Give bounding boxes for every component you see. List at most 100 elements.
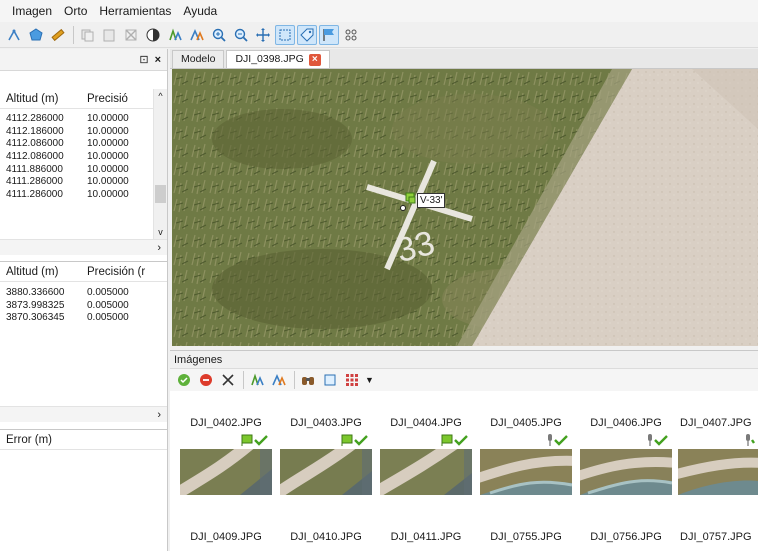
cell-precision: 10.00000 [87,112,129,124]
column-header-altitud[interactable]: Altitud (m) [0,266,85,278]
cell-altitud: 4112.186000 [6,125,64,137]
thumbnail-name: DJI_0404.JPG [390,417,462,429]
scroll-right-icon[interactable]: › [157,242,161,254]
image-thumbnail[interactable]: DJI_0406.JPG [580,417,672,495]
left-panel: ⊡ × Altitud (m) Precisió 4112.286000 10.0… [0,49,168,551]
cell-altitud: 4112.286000 [6,112,64,124]
column-header-precision[interactable]: Precisión (r [85,266,167,278]
horizontal-scrollbar[interactable]: › [0,239,167,255]
thumbnail-name[interactable]: DJI_0756.JPG [580,531,672,545]
image-thumbnail[interactable]: DJI_0402.JPG [180,417,272,495]
table-row[interactable]: 4111.886000 10.00000 [0,163,167,176]
column-header-precision[interactable]: Precisió [85,93,151,105]
table-row[interactable]: 4112.086000 10.00000 [0,150,167,163]
table-row[interactable]: 4112.086000 10.00000 [0,137,167,150]
flag-icon[interactable] [319,24,339,45]
thumbnail-name: DJI_0407.JPG [680,417,752,429]
table-row[interactable]: 3870.306345 0.005000 [0,311,167,324]
tab-modelo[interactable]: Modelo [172,50,225,68]
delete-icon[interactable] [218,370,238,390]
match-points-icon[interactable] [269,370,289,390]
image-thumbnail[interactable]: DJI_0403.JPG [280,417,372,495]
table-row[interactable]: 4111.286000 10.00000 [0,175,167,188]
scroll-down-icon[interactable]: v [154,227,167,237]
flag-check-icon [241,434,268,446]
polygon-icon[interactable] [26,25,46,45]
tab-label: Modelo [181,53,216,65]
chevron-down-icon[interactable]: ▼ [365,375,374,385]
select-icon[interactable] [275,24,295,45]
image-viewer[interactable]: 33 V-33' [172,69,758,346]
select-icon[interactable] [320,370,340,390]
image-thumbnail[interactable]: DJI_0404.JPG [380,417,472,495]
copy-icon[interactable] [77,25,97,45]
toolbar-separator [73,25,74,44]
tie-point-icon[interactable] [165,25,185,45]
menu-orto[interactable]: Orto [58,0,93,22]
table-row[interactable]: 4112.286000 10.00000 [0,112,167,125]
cell-precision: 10.00000 [87,150,129,162]
pan-icon[interactable] [253,25,273,45]
binoculars-icon[interactable] [298,370,318,390]
cell-altitud: 4112.086000 [6,150,64,162]
vertical-scrollbar[interactable]: ^ v [153,89,167,241]
image-thumbnail[interactable]: DJI_0405.JPG [480,417,572,495]
menu-herramientas[interactable]: Herramientas [93,0,177,22]
table-header: Altitud (m) Precisió [0,89,167,109]
gcp-label[interactable]: V-33' [417,193,446,208]
contrast-icon[interactable] [143,25,163,45]
thumbnail-name: DJI_0403.JPG [290,417,362,429]
thumbnail-image [380,449,472,495]
menu-bar: Imagen Orto Herramientas Ayuda [0,0,758,22]
table-row[interactable]: 3873.998325 0.005000 [0,299,167,312]
thumbnail-name[interactable]: DJI_0755.JPG [480,531,572,545]
horizontal-scrollbar[interactable]: › [0,406,167,422]
thumbnail-name: DJI_0405.JPG [490,417,562,429]
reject-icon[interactable] [196,370,216,390]
tie-point-icon[interactable] [247,370,267,390]
tab-image[interactable]: DJI_0398.JPG × [226,50,330,68]
scroll-up-icon[interactable]: ^ [154,89,167,103]
thumbnail-status [678,431,758,449]
pin-check-icon [648,434,668,446]
cell-precision: 10.00000 [87,125,129,137]
tag-icon[interactable] [297,24,317,45]
table-row[interactable]: 3880.336600 0.005000 [0,286,167,299]
scroll-right-icon[interactable]: › [157,409,161,421]
images-panel: Imágenes ▼ DJI_0402.JPG DJI_0403.JPG DJI… [170,350,758,551]
scroll-thumb[interactable] [155,185,166,203]
cell-precision: 10.00000 [87,138,129,150]
image-thumbnail[interactable]: DJI_0407.JPG [678,417,758,495]
close-icon[interactable]: × [155,54,161,66]
view-mode-icon[interactable] [342,370,362,390]
gcp-table-images: Altitud (m) Precisió 4112.286000 10.00000… [0,89,167,241]
menu-imagen[interactable]: Imagen [6,0,58,22]
cell-precision: 0.005000 [87,286,129,298]
paste-icon[interactable] [99,25,119,45]
thumbnail-image [180,449,272,495]
cell-precision: 0.005000 [87,299,129,311]
table-row[interactable]: 4111.286000 10.00000 [0,188,167,201]
thumbnail-name[interactable]: DJI_0411.JPG [380,531,472,545]
person-icon[interactable] [4,25,24,45]
cell-altitud: 3870.306345 [6,312,65,324]
crop-icon[interactable] [121,25,141,45]
close-icon[interactable]: × [308,53,321,66]
zoom-out-icon[interactable] [231,25,251,45]
match-points-icon[interactable] [187,25,207,45]
menu-ayuda[interactable]: Ayuda [177,0,223,22]
accept-icon[interactable] [174,370,194,390]
thumbnail-name[interactable]: DJI_0410.JPG [280,531,372,545]
pin-icon[interactable]: ⊡ [139,53,148,66]
cell-precision: 10.00000 [87,176,129,188]
zoom-in-icon[interactable] [209,25,229,45]
cell-precision: 10.00000 [87,163,129,175]
thumbnail-name[interactable]: DJI_0757.JPG [678,531,758,545]
ruler-icon[interactable] [48,25,68,45]
column-header-error[interactable]: Error (m) [0,434,85,446]
table-row[interactable]: 4112.186000 10.00000 [0,125,167,138]
thumbnail-name[interactable]: DJI_0409.JPG [180,531,272,545]
column-header-altitud[interactable]: Altitud (m) [0,93,85,105]
pin-check-icon [746,434,755,446]
grid-icon[interactable] [341,25,361,45]
